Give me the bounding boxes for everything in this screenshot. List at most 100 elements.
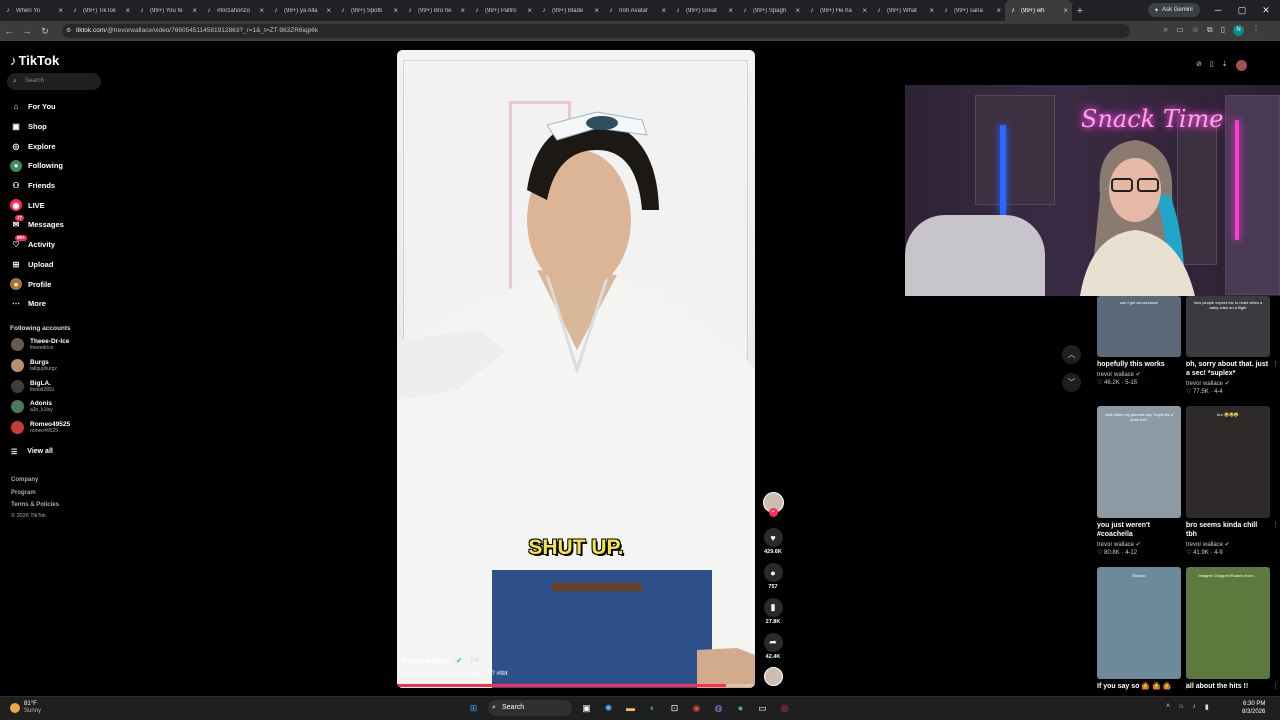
windows-start-icon[interactable]: ⊞ [466, 701, 481, 716]
previous-video-button[interactable]: ︿ [1062, 345, 1081, 364]
maximize-button[interactable]: ▢ [1230, 0, 1254, 21]
more-options-icon[interactable]: ⋮ [1272, 360, 1279, 368]
bookmark-star-icon[interactable]: ☆ [1192, 25, 1199, 36]
spotify-icon[interactable]: ● [733, 701, 748, 716]
download-icon[interactable]: ⊘ [1196, 60, 1202, 71]
sidepanel-icon[interactable]: ▯ [1221, 25, 1225, 36]
comment-button[interactable]: ● 757 [760, 563, 786, 590]
close-tab-icon[interactable]: × [259, 6, 264, 15]
footer-program-link[interactable]: Program [11, 490, 36, 496]
footer-company-link[interactable]: Company [11, 477, 38, 483]
browser-tab[interactable]: ♪ (99+) TikTok × [67, 0, 134, 21]
minimize-button[interactable]: ─ [1206, 0, 1230, 21]
terminal-icon[interactable]: ▭ [755, 701, 770, 716]
inbox-icon[interactable]: ⇣ [1222, 60, 1228, 71]
close-window-button[interactable]: ✕ [1254, 0, 1278, 21]
video-thumbnail[interactable]: Elwood [1097, 567, 1181, 679]
chevron-up-icon[interactable]: ˄ [1166, 703, 1170, 711]
battery-icon[interactable]: ▮ [1205, 703, 1209, 711]
sidebar-item-shop[interactable]: ▣ Shop [10, 117, 64, 137]
like-button[interactable]: ♥ 429.6K [760, 528, 786, 555]
recommended-video-card[interactable]: Elwood If you say so 🤷 🤷 🤷 ⋮ [1097, 567, 1190, 691]
browser-tab[interactable]: ♪ (99+) Bro he × [402, 0, 469, 21]
site-info-icon[interactable]: ⚙ [66, 24, 71, 38]
store-icon[interactable]: ⊡ [667, 701, 682, 716]
video-author[interactable]: trevor wallace ✔ · 7-9 [402, 656, 479, 665]
recommended-video-card[interactable]: Imagine Chappell Roan's mom ... all about… [1186, 567, 1279, 691]
browser-tab[interactable]: ♪ #forzahorizo × [201, 0, 268, 21]
zoom-icon[interactable]: ⌕ [1164, 25, 1168, 36]
video-thumbnail[interactable]: hate when my parents say "boyle fra a do… [1097, 406, 1181, 518]
network-icon[interactable]: ⌂ [1179, 703, 1183, 711]
new-tab-button[interactable]: + [1072, 5, 1088, 17]
volume-icon[interactable]: ♪ [1192, 703, 1196, 711]
browser-tab[interactable]: ♪ (99+) Spotti × [335, 0, 402, 21]
close-tab-icon[interactable]: × [661, 6, 666, 15]
task-view-icon[interactable]: ▣ [579, 701, 594, 716]
tiktok-logo[interactable]: ♪ TikTok [10, 53, 59, 68]
browser-tab[interactable]: ♪ (99+) sana × [938, 0, 1005, 21]
next-video-button[interactable]: ﹀ [1062, 373, 1081, 392]
close-tab-icon[interactable]: × [795, 6, 800, 15]
search-input[interactable]: ⌕ Search [7, 73, 101, 90]
progress-bar[interactable] [397, 684, 755, 687]
close-tab-icon[interactable]: × [58, 6, 63, 15]
video-thumbnail[interactable]: how people expect me to react when a bab… [1186, 296, 1270, 357]
following-account[interactable]: Romeo49525 romeo49525 [11, 421, 70, 435]
sidebar-item-upload[interactable]: ⊞ Upload [10, 255, 64, 275]
browser-tab[interactable]: ♪ (99+) wh × [1005, 0, 1072, 21]
sidebar-item-explore[interactable]: ◎ Explore [10, 136, 64, 156]
close-tab-icon[interactable]: × [1063, 6, 1068, 15]
close-tab-icon[interactable]: × [460, 6, 465, 15]
close-tab-icon[interactable]: × [862, 6, 867, 15]
browser-tab[interactable]: ♪ (99+) He ha × [804, 0, 871, 21]
recommended-video-card[interactable]: hate when my parents say "boyle fra a do… [1097, 406, 1190, 556]
sidebar-item-following[interactable]: ● Following [10, 156, 64, 176]
sidebar-item-messages[interactable]: ✉ 17 Messages [10, 214, 64, 235]
close-tab-icon[interactable]: × [929, 6, 934, 15]
author-avatar-button[interactable]: + [760, 492, 786, 517]
more-options-icon[interactable]: ⋮ [1272, 521, 1279, 529]
close-tab-icon[interactable]: × [326, 6, 331, 15]
close-tab-icon[interactable]: × [594, 6, 599, 15]
sidebar-item-for-you[interactable]: ⌂ For You [10, 97, 64, 117]
browser-tab[interactable]: ♪ When Yo × [0, 0, 67, 21]
edge-icon[interactable]: ◐ [645, 701, 660, 716]
copilot-icon[interactable]: ✺ [601, 701, 616, 716]
more-options-icon[interactable]: ⋮ [1272, 682, 1279, 690]
follow-plus-icon[interactable]: + [768, 508, 778, 517]
forward-icon[interactable]: → [18, 26, 36, 36]
video-thumbnail[interactable]: bro 😂😂😂 [1186, 406, 1270, 518]
profile-avatar[interactable]: N [1233, 25, 1244, 36]
url-field[interactable]: ⚙ tiktok.com/@trevorwallace/video/766054… [62, 24, 1130, 38]
browser-tab[interactable]: ♪ (99+) Great × [670, 0, 737, 21]
following-account[interactable]: BigLA. thekid2891 [11, 379, 54, 393]
sidebar-item-live[interactable]: ◉ LIVE [10, 195, 64, 215]
cast-icon[interactable]: ▭ [1176, 25, 1184, 36]
user-avatar[interactable] [1235, 60, 1247, 71]
browser-tab[interactable]: ♪ (99+) Blade × [536, 0, 603, 21]
recommended-video-card[interactable]: how people expect me to react when a bab… [1186, 296, 1279, 395]
obs-icon[interactable]: ◎ [777, 701, 792, 716]
browser-tab[interactable]: ♪ (99+) Spagh × [737, 0, 804, 21]
browser-tab[interactable]: ♪ (99+) You fe × [134, 0, 201, 21]
taskbar-search[interactable]: ⌕ Search [488, 700, 572, 716]
ask-gemini-button[interactable]: ✦ Ask Gemini [1148, 3, 1200, 17]
video-player[interactable]: SHUT UP. trevor wallace ✔ · 7-9 what the h… [397, 50, 755, 688]
sidebar-item-friends[interactable]: ⚇ Friends [10, 176, 64, 196]
discord-icon[interactable]: ◍ [711, 701, 726, 716]
close-tab-icon[interactable]: × [728, 6, 733, 15]
phone-icon[interactable]: ▯ [1210, 60, 1214, 71]
extensions-icon[interactable]: ⧉ [1207, 25, 1213, 36]
sidebar-item-more[interactable]: ⋯ More [10, 294, 64, 314]
sound-avatar[interactable] [760, 667, 786, 686]
video-thumbnail[interactable]: can i get via windows [1097, 296, 1181, 357]
video-thumbnail[interactable]: Imagine Chappell Roan's mom ... [1186, 567, 1270, 679]
save-button[interactable]: ▮ 27.8K [760, 598, 786, 625]
recommended-video-card[interactable]: can i get via windows hopefully this work… [1097, 296, 1190, 386]
following-account[interactable]: Burgs tallguyburgz [11, 358, 57, 372]
following-account[interactable]: Theee-Dr-Ice theeedrice [11, 338, 69, 351]
following-account[interactable]: Adonis a3o_k1tsy [11, 400, 53, 414]
footer-terms-link[interactable]: Terms & Policies [11, 502, 59, 508]
back-icon[interactable]: ← [0, 26, 18, 36]
